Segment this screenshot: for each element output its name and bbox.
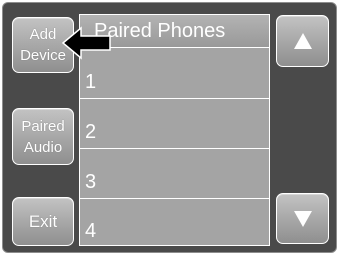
exit-label: Exit — [28, 211, 58, 231]
paired-audio-label-line-1: Paired — [21, 117, 65, 135]
down-triangle-icon — [293, 210, 312, 227]
up-triangle-icon — [293, 33, 312, 49]
list-item-number: 1 — [85, 71, 97, 93]
list-item-3[interactable]: 3 — [80, 148, 269, 198]
list-item-2[interactable]: 2 — [80, 98, 269, 148]
add-device-label-line-2: Device — [20, 47, 66, 64]
add-device-label-line-1: Add — [29, 26, 57, 43]
list-item-number: 2 — [85, 121, 97, 143]
paired-audio-label-line-2: Audio — [23, 138, 63, 156]
paired-audio-button[interactable]: Paired Audio — [12, 108, 74, 165]
list-item-number: 3 — [85, 171, 97, 193]
exit-button[interactable]: Exit — [12, 197, 74, 246]
list-item-number: 4 — [85, 220, 97, 242]
list-item-4[interactable]: 4 — [80, 198, 269, 245]
pointing-arrow-icon — [62, 26, 111, 60]
scroll-up-button[interactable] — [276, 15, 329, 67]
scroll-down-button[interactable] — [276, 193, 329, 244]
phone-settings-screen: Add Device Paired Audio Exit Paired Phon… — [0, 0, 339, 255]
